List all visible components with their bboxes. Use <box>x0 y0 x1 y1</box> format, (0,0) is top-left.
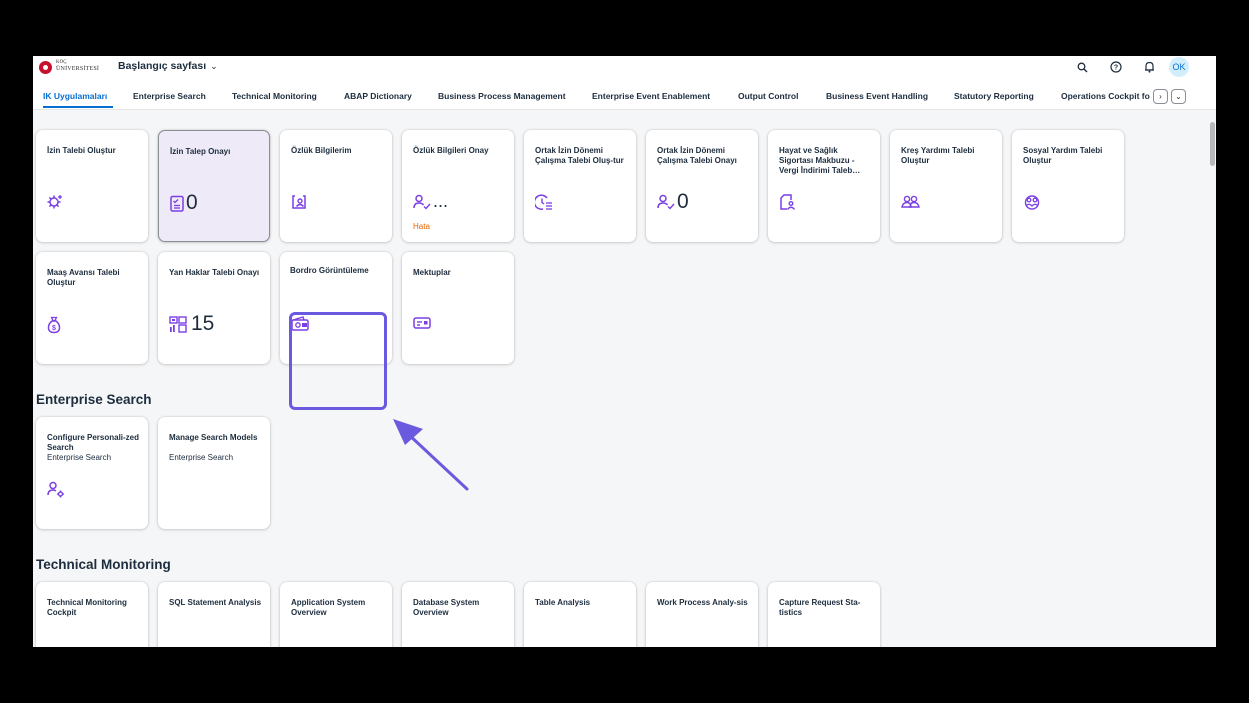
tab-enterprise-event-enablement[interactable]: Enterprise Event Enablement <box>592 91 710 101</box>
launchpad-content: İzin Talebi Oluştur İzin Talep Onayı 0 Ö… <box>33 111 1207 647</box>
chevron-down-icon: ⌄ <box>210 61 218 71</box>
tile-title: Sosyal Yardım Talebi Oluştur <box>1023 146 1103 165</box>
tile-title: Work Process Analy-sis <box>657 598 748 607</box>
tabs-scroll-right-button[interactable]: › <box>1153 89 1168 104</box>
tile-database-system-overview[interactable]: Database System Overview <box>402 582 514 647</box>
tile-title: SQL Statement Analysis <box>169 598 262 607</box>
tile-title: Ortak İzin Dönemi Çalışma Talebi Onayı <box>657 146 737 165</box>
vertical-scrollbar[interactable] <box>1210 122 1215 166</box>
tab-business-process-management[interactable]: Business Process Management <box>438 91 566 101</box>
svg-text:$: $ <box>52 325 56 332</box>
search-icon[interactable] <box>1074 59 1090 75</box>
tile-title: Özlük Bilgileri Onay <box>413 146 489 155</box>
tile-title: Bordro Görüntüleme <box>290 266 369 275</box>
tile-title: İzin Talep Onayı <box>170 147 231 156</box>
tab-operations-cockpit[interactable]: Operations Cockpit fo <box>1061 91 1150 101</box>
tab-ik-uygulamalari[interactable]: IK Uygulamaları <box>43 91 107 101</box>
document-person-icon <box>779 194 796 212</box>
message-card-icon <box>413 316 431 334</box>
annotation-highlight-box <box>289 312 387 410</box>
tile-technical-monitoring-cockpit[interactable]: Technical Monitoring Cockpit <box>36 582 148 647</box>
tab-technical-monitoring[interactable]: Technical Monitoring <box>232 91 317 101</box>
gear-plus-icon <box>47 194 63 212</box>
section-title-enterprise-search: Enterprise Search <box>36 392 152 407</box>
tile-title: Technical Monitoring Cockpit <box>47 598 127 617</box>
tile-ortak-izin-donemi-olustur[interactable]: Ortak İzin Dönemi Çalışma Talebi Oluş-tu… <box>524 130 636 242</box>
tile-yan-haklar-onayi[interactable]: Yan Haklar Talebi Onayı 15 <box>158 252 270 364</box>
tile-maas-avansi[interactable]: Maaş Avansı Talebi Oluştur $ <box>36 252 148 364</box>
tile-sql-statement-analysis[interactable]: SQL Statement Analysis <box>158 582 270 647</box>
tile-kres-yardimi[interactable]: Kreş Yardımı Talebi Oluştur <box>890 130 1002 242</box>
tile-izin-talep-onayi[interactable]: İzin Talep Onayı 0 <box>158 130 270 242</box>
person-check-icon <box>413 194 431 212</box>
dashboard-icon <box>169 316 187 334</box>
tile-subtitle: Enterprise Search <box>169 453 234 462</box>
space-tab-bar: IK Uygulamaları Enterprise Search Techni… <box>33 78 1216 110</box>
tile-title: Yan Haklar Talebi Onayı <box>169 268 260 277</box>
tile-count: 0 <box>186 191 198 214</box>
tile-title: Maaş Avansı Talebi Oluştur <box>47 268 120 287</box>
tab-statutory-reporting[interactable]: Statutory Reporting <box>954 91 1034 101</box>
person-settings-icon <box>47 481 64 499</box>
tile-title: Mektuplar <box>413 268 451 277</box>
logo-line2: ÜNİVERSİTESİ <box>56 66 100 72</box>
svg-text:?: ? <box>1114 65 1118 72</box>
tile-ortak-izin-donemi-onayi[interactable]: Ortak İzin Dönemi Çalışma Talebi Onayı 0 <box>646 130 758 242</box>
group-icon <box>901 194 920 212</box>
checklist-icon <box>170 195 186 213</box>
tile-title: Capture Request Sta-tistics <box>779 598 861 617</box>
tab-business-event-handling[interactable]: Business Event Handling <box>826 91 928 101</box>
home-page-title: Başlangıç sayfası <box>118 60 207 72</box>
tabs-overflow-menu-button[interactable]: ⌄ <box>1171 89 1186 104</box>
tile-count: ... <box>433 191 449 211</box>
tile-error-status: Hata <box>413 222 430 231</box>
koc-logo[interactable]: KOÇ ÜNİVERSİTESİ <box>39 59 109 75</box>
help-icon[interactable]: ? <box>1108 59 1124 75</box>
tile-mektuplar[interactable]: Mektuplar <box>402 252 514 364</box>
bell-icon[interactable] <box>1141 59 1157 75</box>
browser-viewport: KOÇ ÜNİVERSİTESİ Başlangıç sayfası ⌄ ? OK… <box>33 56 1216 647</box>
tile-title: Database System Overview <box>413 598 480 617</box>
tile-subtitle: Enterprise Search <box>47 453 112 462</box>
tile-ozluk-bilgilerim[interactable]: Özlük Bilgilerim <box>280 130 392 242</box>
tile-table-analysis[interactable]: Table Analysis <box>524 582 636 647</box>
tile-configure-personalized-search[interactable]: Configure Personali-zed Search Enterpris… <box>36 417 148 529</box>
section-title-technical-monitoring: Technical Monitoring <box>36 557 171 572</box>
tile-title: Özlük Bilgilerim <box>291 146 352 155</box>
annotation-arrow-icon <box>393 419 469 491</box>
shell-bar: KOÇ ÜNİVERSİTESİ Başlangıç sayfası ⌄ ? OK <box>33 56 1216 78</box>
tile-count: 0 <box>677 190 689 213</box>
tile-title: Manage Search Models <box>169 433 258 442</box>
tile-title: Application System Overview <box>291 598 366 617</box>
tile-work-process-analysis[interactable]: Work Process Analy-sis <box>646 582 758 647</box>
tab-abap-dictionary[interactable]: ABAP Dictionary <box>344 91 412 101</box>
tile-title: Ortak İzin Dönemi Çalışma Talebi Oluş-tu… <box>535 146 624 165</box>
time-list-icon <box>533 194 552 212</box>
user-avatar[interactable]: OK <box>1169 57 1189 77</box>
tile-title: Kreş Yardımı Talebi Oluştur <box>901 146 975 165</box>
logo-mark <box>39 61 52 74</box>
person-check-icon <box>657 194 675 212</box>
tile-count: 15 <box>191 312 215 335</box>
money-bag-icon: $ <box>47 316 63 334</box>
active-tab-indicator <box>43 106 113 108</box>
tile-ozluk-bilgileri-onay[interactable]: Özlük Bilgileri Onay ... Hata <box>402 130 514 242</box>
tab-overflow-clip: Operations Cockpit fo <box>1061 88 1189 104</box>
tile-title: İzin Talebi Oluştur <box>47 146 116 155</box>
tile-sosyal-yardim[interactable]: Sosyal Yardım Talebi Oluştur <box>1012 130 1124 242</box>
tab-enterprise-search[interactable]: Enterprise Search <box>133 91 206 101</box>
tile-title: Configure Personali-zed Search <box>47 433 140 452</box>
tile-title: Table Analysis <box>535 598 591 607</box>
home-page-menu[interactable]: Başlangıç sayfası ⌄ <box>118 60 218 72</box>
people-circle-icon <box>1023 194 1040 212</box>
tile-hayat-saglik-sigortasi[interactable]: Hayat ve Sağlık Sigortası Makbuzu - Verg… <box>768 130 880 242</box>
tab-output-control[interactable]: Output Control <box>738 91 798 101</box>
tile-izin-talebi-olustur[interactable]: İzin Talebi Oluştur <box>36 130 148 242</box>
tile-application-system-overview[interactable]: Application System Overview <box>280 582 392 647</box>
tile-title: Hayat ve Sağlık Sigortası Makbuzu - Verg… <box>779 146 861 175</box>
tile-manage-search-models[interactable]: Manage Search Models Enterprise Search <box>158 417 270 529</box>
tile-capture-request-statistics[interactable]: Capture Request Sta-tistics <box>768 582 880 647</box>
id-card-icon <box>291 194 307 212</box>
